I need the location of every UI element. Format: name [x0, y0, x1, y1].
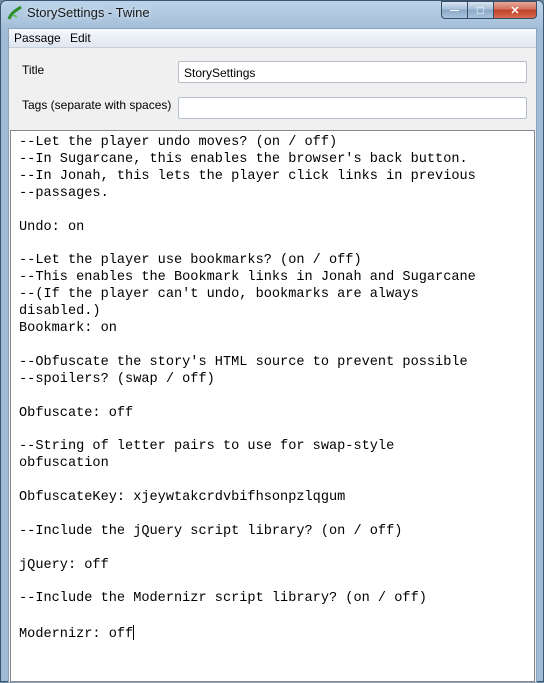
editor-line: --Let the player use bookmarks? (on / of…	[19, 253, 362, 269]
text-caret	[133, 625, 135, 641]
twine-app-icon	[7, 5, 22, 20]
menu-passage[interactable]: Passage	[14, 31, 61, 45]
editor-line: --Obfuscate the story's HTML source to p…	[19, 354, 468, 370]
editor-line: disabled.)	[19, 304, 101, 320]
minimize-button[interactable]: —	[441, 1, 467, 19]
editor-line: --Let the player undo moves? (on / off)	[19, 135, 338, 150]
editor-line: --passages.	[19, 185, 109, 201]
editor-line: Bookmark: on	[19, 320, 117, 336]
menu-bar: Passage Edit	[9, 29, 536, 48]
title-bar[interactable]: StorySettings - Twine — □ ✕	[1, 1, 543, 25]
editor-line: --spoilers? (swap / off)	[19, 371, 215, 387]
editor-line: --String of letter pairs to use for swap…	[19, 439, 395, 455]
editor-line: obfuscation	[19, 456, 109, 472]
editor-line: jQuery: off	[19, 557, 109, 573]
editor-line: --Include the Modernizr script library? …	[19, 591, 427, 607]
tags-field[interactable]	[178, 97, 527, 119]
editor-line: Modernizr: off	[19, 627, 134, 643]
close-icon: ✕	[510, 4, 520, 17]
editor-line: --Include the jQuery script library? (on…	[19, 523, 403, 539]
menu-edit[interactable]: Edit	[70, 31, 91, 45]
editor-line: Obfuscate: off	[19, 405, 134, 421]
editor-line: ObfuscateKey: xjeywtakcrdvbifhsonpzlqgum	[19, 490, 346, 506]
passage-text-editor[interactable]: --Let the player undo moves? (on / off) …	[10, 130, 535, 682]
editor-line: --In Jonah, this lets the player click l…	[19, 168, 476, 184]
app-window: StorySettings - Twine — □ ✕ Passage Edit…	[0, 0, 544, 683]
editor-line: Undo: on	[19, 219, 85, 235]
passage-editor-client: Passage Edit Title StorySettings Tags (s…	[8, 28, 537, 683]
tags-label: Tags (separate with spaces)	[22, 98, 172, 112]
editor-line: --This enables the Bookmark links in Jon…	[19, 270, 476, 286]
minimize-icon: —	[450, 5, 459, 15]
title-label: Title	[22, 63, 45, 77]
title-field[interactable]: StorySettings	[178, 61, 527, 83]
window-title: StorySettings - Twine	[27, 5, 150, 20]
editor-line: --In Sugarcane, this enables the browser…	[19, 151, 468, 167]
passage-text: --Let the player undo moves? (on / off) …	[11, 131, 534, 644]
editor-line: --(If the player can't undo, bookmarks a…	[19, 287, 419, 303]
maximize-icon: □	[476, 3, 485, 17]
close-button[interactable]: ✕	[493, 1, 537, 19]
maximize-button[interactable]: □	[467, 1, 493, 19]
